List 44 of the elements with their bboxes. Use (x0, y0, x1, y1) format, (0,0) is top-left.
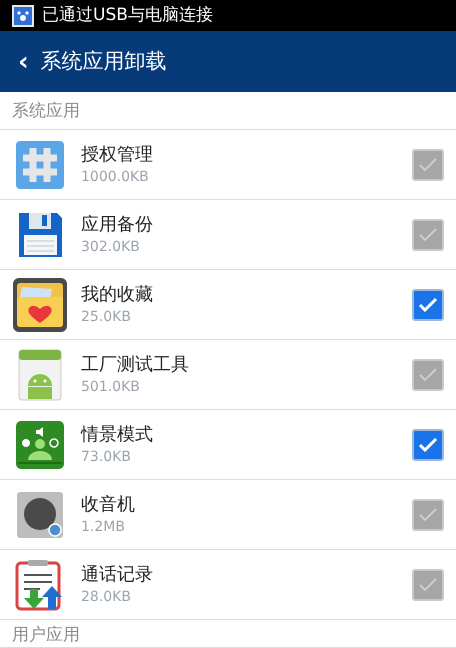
app-row[interactable]: 情景模式 73.0KB (0, 410, 456, 480)
check-icon (418, 226, 438, 242)
back-button[interactable]: ‹ (18, 48, 29, 74)
check-icon (418, 156, 438, 172)
app-name: 应用备份 (81, 212, 154, 236)
checkbox[interactable] (412, 358, 444, 390)
check-icon (418, 576, 438, 592)
page-title: 系统应用卸载 (40, 48, 167, 75)
app-row[interactable]: 工厂测试工具 501.0KB (0, 340, 456, 410)
checkbox[interactable] (412, 498, 444, 530)
app-size: 501.0KB (81, 378, 141, 396)
app-name: 情景模式 (81, 422, 154, 446)
app-size: 302.0KB (81, 238, 141, 256)
app-row[interactable]: 通话记录 28.0KB (0, 550, 456, 620)
app-size: 1000.0KB (81, 168, 150, 186)
checkbox[interactable] (412, 568, 444, 600)
app-name: 工厂测试工具 (81, 352, 190, 376)
app-name: 收音机 (81, 492, 136, 516)
app-row[interactable]: 授权管理 1000.0KB (0, 130, 456, 200)
app-name: 通话记录 (81, 562, 154, 586)
profile-person-icon (15, 420, 65, 470)
checkbox[interactable] (412, 288, 444, 320)
app-size: 28.0KB (81, 588, 132, 606)
app-size: 25.0KB (81, 308, 132, 326)
speaker-icon (15, 490, 65, 540)
checkbox[interactable] (412, 148, 444, 180)
check-icon (418, 436, 438, 452)
check-icon (418, 366, 438, 382)
paw-icon (12, 4, 34, 26)
app-size: 73.0KB (81, 448, 132, 466)
section-header: 系统应用 (12, 100, 80, 122)
checkbox[interactable] (412, 428, 444, 460)
checkbox[interactable] (412, 218, 444, 250)
app-row[interactable]: 收音机 1.2MB (0, 480, 456, 550)
notification-text: 已通过USB与电脑连接 (42, 4, 213, 27)
app-row[interactable]: 我的收藏 25.0KB (0, 270, 456, 340)
app-name: 授权管理 (81, 142, 154, 166)
section-header: 用户应用 (12, 624, 80, 647)
hash-icon (15, 140, 65, 190)
app-row[interactable]: 应用备份 302.0KB (0, 200, 456, 270)
app-name: 我的收藏 (81, 282, 154, 306)
app-size: 1.2MB (81, 518, 126, 536)
check-icon (418, 506, 438, 522)
check-icon (418, 296, 438, 312)
